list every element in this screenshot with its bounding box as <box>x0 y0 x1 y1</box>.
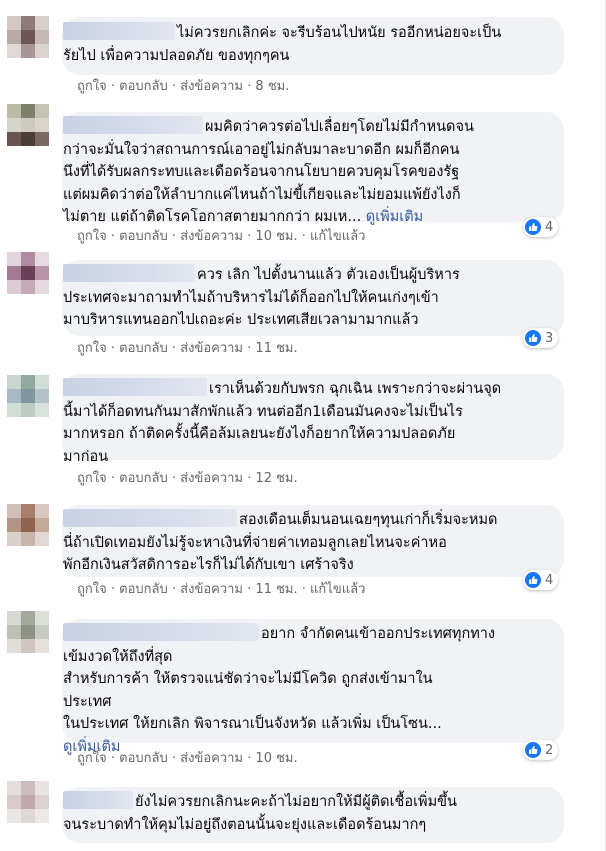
comment-line: ประเทศจะมาถามทำไมถ้าบริหารไม่ได้ก็ออกไปใ… <box>63 289 439 306</box>
comment-line: อยาก จำกัดคนเข้าออกประเทศทุกทาง <box>261 626 496 642</box>
reaction-number: 2 <box>545 742 554 758</box>
like-link[interactable]: ถูกใจ <box>77 582 107 597</box>
comment-text: เราเห็นด้วยกับพรก ฉุกเฉิน เพราะกว่าจะผ่า… <box>63 378 543 468</box>
comment-feed: ไม่ควรยกเลิกค่ะ จะรีบร้อนไปหนัย รออีกหน่… <box>0 0 606 851</box>
reply-link[interactable]: ตอบกลับ <box>119 341 168 356</box>
like-reaction-icon <box>525 219 541 235</box>
comment-time[interactable]: 10 ชม. <box>255 229 297 244</box>
reply-link[interactable]: ตอบกลับ <box>119 471 168 486</box>
like-link[interactable]: ถูกใจ <box>77 79 107 94</box>
like-link[interactable]: ถูกใจ <box>77 471 107 486</box>
share-link[interactable]: ส่งข้อความ <box>180 751 243 766</box>
comment-time[interactable]: 10 ชม. <box>255 751 297 766</box>
like-reaction-icon <box>525 330 541 346</box>
comment-line: มาก่อน <box>63 448 109 465</box>
avatar[interactable] <box>7 504 49 546</box>
like-link[interactable]: ถูกใจ <box>77 229 107 244</box>
reaction-count[interactable]: 2 <box>523 740 559 760</box>
comment-line: พักอีกเงินสวัสดิการอะไรก็ไม่ได้กับเขา เศ… <box>63 557 354 573</box>
commenter-name[interactable] <box>63 509 237 527</box>
share-link[interactable]: ส่งข้อความ <box>180 79 243 94</box>
commenter-name[interactable] <box>63 378 207 396</box>
comment-line: สำหรับการค้า ให้ตรวจแน่ชัดว่าจะไม่มีโควิ… <box>63 671 433 687</box>
edited-label[interactable]: แก้ไขแล้ว <box>310 582 365 597</box>
comment-text: ผมคิดว่าควรต่อไปเลื่อยๆโดยไม่มีกำหนดจน ก… <box>63 116 543 229</box>
comment-line: ไม่ตาย แต่ถ้าติดโรคโอกาสตายมากกว่า ผมเห.… <box>63 209 362 225</box>
comment-line: นี้มาได้ก็อดทนกันมาสักพักแล้ว ทนต่ออีก1เ… <box>63 403 463 420</box>
reply-link[interactable]: ตอบกลับ <box>119 229 168 244</box>
avatar[interactable] <box>7 611 49 653</box>
avatar[interactable] <box>7 252 49 294</box>
comment-text: ไม่ควรยกเลิกค่ะ จะรีบร้อนไปหนัย รออีกหน่… <box>63 22 543 67</box>
comment-text: ควร เลิก ไปตั้งนานแล้ว ตัวเองเป็นผู้บริห… <box>63 264 543 332</box>
reply-link[interactable]: ตอบกลับ <box>119 751 168 766</box>
comment-line: มาบริหารแทนออกไปเถอะค่ะ ประเทศเสียเวลามา… <box>63 312 419 328</box>
comment-line: จนระบาดทำให้คุมไม่อยู่ถึงตอนนั้นจะยุ่งแล… <box>63 816 427 833</box>
comment-text: อยาก จำกัดคนเข้าออกประเทศทุกทาง เข้มงวดใ… <box>63 623 543 758</box>
comment-text: ยังไม่ควรยกเลิกนะคะถ้าไม่อยากให้มีผู้ติด… <box>63 791 543 836</box>
like-link[interactable]: ถูกใจ <box>77 751 107 766</box>
comment-line: ประเทศ <box>63 693 112 710</box>
comment-actions: ถูกใจ · ตอบกลับ · ส่งข้อความ · 12 ชม. <box>77 471 298 486</box>
comment-actions: ถูกใจ · ตอบกลับ · ส่งข้อความ · 11 ชม. <box>77 341 298 356</box>
like-reaction-icon <box>525 572 541 588</box>
comment-actions: ถูกใจ · ตอบกลับ · ส่งข้อความ · 11 ชม. · … <box>77 582 366 597</box>
comment-line: สองเดือนเต็มนอนเฉยๆทุนเก่าก็เริ่มจะหมด <box>239 512 498 528</box>
reaction-count[interactable]: 3 <box>523 328 559 348</box>
comment-text: สองเดือนเต็มนอนเฉยๆทุนเก่าก็เริ่มจะหมด น… <box>63 509 543 577</box>
comment-line: ในประเทศ ให้ยกเลิก พิจารณาเป็นจังหวัด แล… <box>63 716 442 732</box>
reaction-number: 4 <box>545 572 554 588</box>
share-link[interactable]: ส่งข้อความ <box>180 582 243 597</box>
avatar[interactable] <box>7 375 49 417</box>
comment-line: มากหรอก ถ้าติดครั้งนี้คือล้มเลยนะยังไงก็… <box>63 426 456 442</box>
avatar[interactable] <box>7 781 49 823</box>
comment-line: ผมคิดว่าควรต่อไปเลื่อยๆโดยไม่มีกำหนดจน <box>205 119 474 135</box>
comment-line: เข้มงวดให้ถึงที่สุด <box>63 648 173 665</box>
see-more-link[interactable]: ดูเพิ่มเติม <box>366 209 423 225</box>
commenter-name[interactable] <box>63 623 259 641</box>
reaction-count[interactable]: 4 <box>523 217 559 237</box>
comment-line: ยังไม่ควรยกเลิกนะคะถ้าไม่อยากให้มีผู้ติด… <box>135 794 457 810</box>
comment-line: ไม่ควรยกเลิกค่ะ จะรีบร้อนไปหนัย รออีกหน่… <box>177 25 502 41</box>
reaction-number: 3 <box>545 330 554 346</box>
comment-actions: ถูกใจ · ตอบกลับ · ส่งข้อความ · 10 ชม. · … <box>77 229 366 244</box>
share-link[interactable]: ส่งข้อความ <box>180 471 243 486</box>
edited-label[interactable]: แก้ไขแล้ว <box>310 229 365 244</box>
comment-line: แต่ผมคิดว่าต่อให้ลำบากแค่ไหนถ้าไม่ขี้เกี… <box>63 186 461 203</box>
share-link[interactable]: ส่งข้อความ <box>180 341 243 356</box>
share-link[interactable]: ส่งข้อความ <box>180 229 243 244</box>
reaction-count[interactable]: 4 <box>523 570 559 590</box>
comment-line: เราเห็นด้วยกับพรก ฉุกเฉิน เพราะกว่าจะผ่า… <box>209 381 502 397</box>
comment-time[interactable]: 12 ชม. <box>255 471 297 486</box>
reply-link[interactable]: ตอบกลับ <box>119 79 168 94</box>
reaction-number: 4 <box>545 219 554 235</box>
comment-actions: ถูกใจ · ตอบกลับ · ส่งข้อความ · 8 ชม. <box>77 79 290 94</box>
comment-line: นี่ถ้าเปิดเทอมยังไม่รู้จะหาเงินที่จ่ายค่… <box>63 534 447 551</box>
commenter-name[interactable] <box>63 22 175 40</box>
avatar[interactable] <box>7 16 49 58</box>
avatar[interactable] <box>7 104 49 146</box>
comment-time[interactable]: 11 ชม. <box>255 341 297 356</box>
comment-time[interactable]: 8 ชม. <box>255 79 289 94</box>
commenter-name[interactable] <box>63 791 133 809</box>
comment-line: นึงที่ได้รับผลกระทบและเดือดร้อนจากนโยบาย… <box>63 164 460 180</box>
comment-line: รัยไป เพื่อความปลอดภัย ของทุกๆคน <box>63 47 290 64</box>
like-reaction-icon <box>525 742 541 758</box>
commenter-name[interactable] <box>63 264 195 282</box>
comment-line: กว่าจะมั่นใจว่าสถานการณ์เอาอยู่ไม่กลับมา… <box>63 141 460 158</box>
like-link[interactable]: ถูกใจ <box>77 341 107 356</box>
comment-time[interactable]: 11 ชม. <box>255 582 297 597</box>
commenter-name[interactable] <box>63 116 203 134</box>
reply-link[interactable]: ตอบกลับ <box>119 582 168 597</box>
comment-actions: ถูกใจ · ตอบกลับ · ส่งข้อความ · 10 ชม. <box>77 751 298 766</box>
comment-line: ควร เลิก ไปตั้งนานแล้ว ตัวเองเป็นผู้บริห… <box>197 267 460 283</box>
